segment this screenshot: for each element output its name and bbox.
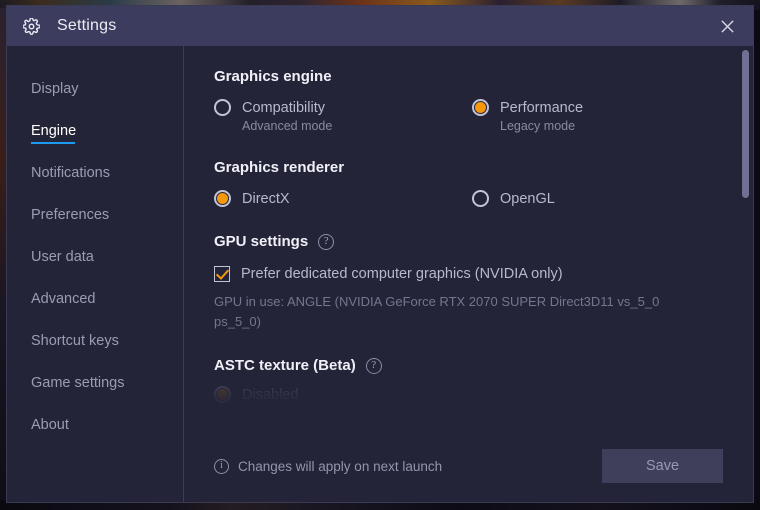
section-title-gpu-settings: GPU settings ? — [214, 233, 723, 250]
content-scrollbar-track[interactable] — [742, 50, 749, 428]
radio-indicator — [214, 190, 231, 207]
radio-astc-disabled[interactable]: Disabled — [214, 386, 472, 403]
radio-indicator — [214, 386, 231, 403]
content-area: Graphics engine Compatibility Advanced m… — [184, 46, 753, 502]
sidebar-item-label: Display — [31, 81, 79, 97]
graphics-engine-option-compatibility[interactable]: Compatibility Advanced mode — [214, 99, 472, 133]
radio-indicator — [214, 99, 231, 116]
footer-bar: i Changes will apply on next launch Save — [184, 430, 753, 502]
sidebar-item-display[interactable]: Display — [7, 68, 183, 110]
checkbox-label: Prefer dedicated computer graphics (NVID… — [241, 266, 563, 282]
sidebar-item-label: User data — [31, 249, 94, 265]
footer-note: i Changes will apply on next launch — [214, 458, 443, 474]
footer-note-text: Changes will apply on next launch — [238, 458, 443, 474]
sidebar-item-advanced[interactable]: Advanced — [7, 278, 183, 320]
sidebar-item-engine[interactable]: Engine — [7, 110, 183, 152]
option-label: DirectX — [242, 190, 290, 207]
section-title-graphics-engine: Graphics engine — [214, 68, 723, 85]
gpu-settings-heading: GPU settings — [214, 233, 309, 250]
sidebar-item-about[interactable]: About — [7, 404, 183, 446]
radio-indicator — [472, 99, 489, 116]
settings-scroll-pane: Graphics engine Compatibility Advanced m… — [184, 46, 753, 430]
radio-opengl[interactable]: OpenGL — [472, 190, 555, 207]
sidebar-item-label: Engine — [31, 123, 77, 139]
gear-icon — [21, 16, 41, 36]
graphics-renderer-options: DirectX OpenGL — [214, 190, 723, 207]
checkbox-prefer-dedicated-graphics[interactable]: Prefer dedicated computer graphics (NVID… — [214, 266, 723, 282]
sidebar-item-user-data[interactable]: User data — [7, 236, 183, 278]
option-sublabel: Legacy mode — [500, 119, 576, 133]
radio-indicator — [472, 190, 489, 207]
graphics-renderer-heading: Graphics renderer — [214, 159, 345, 176]
settings-window: Settings Display Engine Notifications Pr… — [6, 5, 754, 503]
sidebar-item-label: Preferences — [31, 207, 110, 223]
option-label: Compatibility — [242, 99, 325, 116]
active-indicator — [31, 142, 75, 144]
sidebar-item-notifications[interactable]: Notifications — [7, 152, 183, 194]
sidebar-item-label: About — [31, 417, 69, 433]
option-sublabel: Advanced mode — [242, 119, 333, 133]
astc-texture-heading: ASTC texture (Beta) — [214, 357, 356, 374]
option-label: OpenGL — [500, 190, 555, 207]
save-button[interactable]: Save — [602, 449, 723, 483]
checkbox-indicator — [214, 266, 230, 282]
graphics-renderer-option-opengl[interactable]: OpenGL — [472, 190, 555, 207]
option-label: Disabled — [242, 386, 299, 403]
sidebar-item-label: Game settings — [31, 375, 125, 391]
content-scrollbar-thumb[interactable] — [742, 50, 749, 198]
section-title-graphics-renderer: Graphics renderer — [214, 159, 723, 176]
sidebar-item-label: Notifications — [31, 165, 110, 181]
gpu-in-use-text: GPU in use: ANGLE (NVIDIA GeForce RTX 20… — [214, 294, 660, 329]
astc-texture-options: Disabled — [214, 386, 723, 403]
sidebar-item-label: Advanced — [31, 291, 96, 307]
sidebar-nav: Display Engine Notifications Preferences… — [7, 46, 184, 502]
sidebar-item-label: Shortcut keys — [31, 333, 119, 349]
window-title: Settings — [57, 17, 117, 34]
sidebar-item-game-settings[interactable]: Game settings — [7, 362, 183, 404]
help-icon[interactable]: ? — [318, 233, 335, 250]
graphics-engine-option-performance[interactable]: Performance Legacy mode — [472, 99, 583, 133]
radio-performance[interactable]: Performance — [472, 99, 583, 116]
close-button[interactable] — [713, 13, 741, 39]
info-icon: i — [214, 458, 229, 474]
graphics-renderer-option-directx[interactable]: DirectX — [214, 190, 472, 207]
astc-texture-option-disabled[interactable]: Disabled — [214, 386, 472, 403]
graphics-engine-options: Compatibility Advanced mode Performance … — [214, 99, 723, 133]
section-title-astc-texture: ASTC texture (Beta) ? — [214, 357, 723, 374]
sidebar-item-shortcut-keys[interactable]: Shortcut keys — [7, 320, 183, 362]
help-icon[interactable]: ? — [365, 357, 382, 374]
title-bar[interactable]: Settings — [7, 6, 753, 46]
option-label: Performance — [500, 99, 584, 116]
sidebar-item-preferences[interactable]: Preferences — [7, 194, 183, 236]
window-body: Display Engine Notifications Preferences… — [7, 46, 753, 502]
graphics-engine-heading: Graphics engine — [214, 68, 332, 85]
radio-compatibility[interactable]: Compatibility — [214, 99, 472, 116]
radio-directx[interactable]: DirectX — [214, 190, 472, 207]
